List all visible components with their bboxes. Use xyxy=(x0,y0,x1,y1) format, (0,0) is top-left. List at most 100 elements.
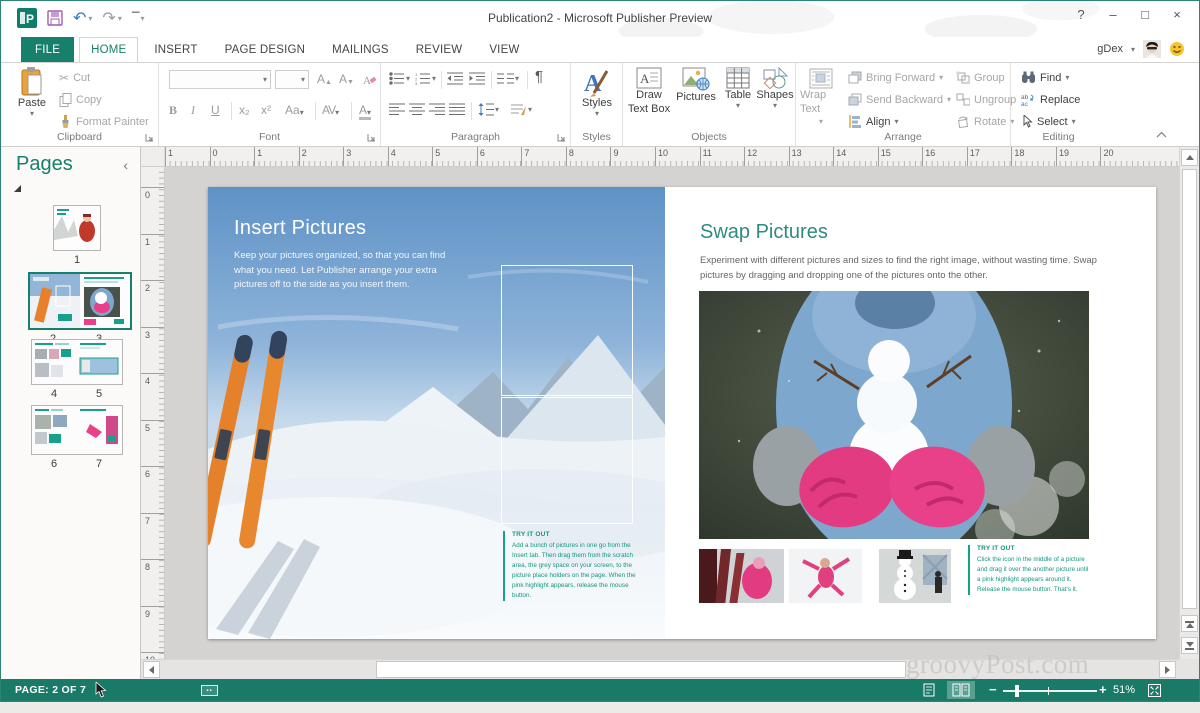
send-backward-button[interactable]: Send Backward▾ xyxy=(848,93,951,106)
document-canvas[interactable]: Insert Pictures Keep your pictures organ… xyxy=(165,167,1179,659)
copy-button[interactable]: Copy xyxy=(59,93,102,107)
align-right-button[interactable] xyxy=(429,103,445,116)
page-number-5[interactable]: 5 xyxy=(89,388,109,400)
align-center-button[interactable] xyxy=(409,103,425,116)
paragraph-dialog-launcher[interactable] xyxy=(557,133,566,142)
collapse-pages-panel-icon[interactable]: ‹ xyxy=(123,157,128,173)
italic-button[interactable]: I xyxy=(191,103,195,118)
line-spacing-button[interactable]: ▾ xyxy=(478,103,499,116)
left-page-heading[interactable]: Insert Pictures xyxy=(234,217,366,240)
picture-placeholder-top[interactable] xyxy=(501,265,633,396)
help-button[interactable]: ? xyxy=(1073,7,1089,22)
swap-pictures-photo[interactable] xyxy=(699,291,1089,539)
ungroup-button[interactable]: Ungroup xyxy=(956,93,1016,106)
zoom-in-button[interactable]: + xyxy=(1099,682,1107,697)
columns-button[interactable]: ▾ xyxy=(497,72,519,85)
subscript-button[interactable]: x₂ xyxy=(239,103,250,117)
align-button[interactable]: Align▾ xyxy=(848,115,898,128)
font-dialog-launcher[interactable] xyxy=(367,133,376,142)
format-painter-button[interactable]: Format Painter xyxy=(59,115,149,129)
page-indicator[interactable]: PAGE: 2 OF 7 xyxy=(15,684,86,696)
bring-forward-button[interactable]: Bring Forward▾ xyxy=(848,71,943,84)
page-number-6[interactable]: 6 xyxy=(44,458,64,470)
paragraph-shading-button[interactable]: ▾ xyxy=(511,103,532,116)
draw-text-box-button[interactable]: A Draw Text Box xyxy=(627,67,671,131)
account-name[interactable]: gDex xyxy=(1097,43,1123,55)
rotate-button[interactable]: Rotate▾ xyxy=(956,115,1014,128)
change-case-button[interactable]: Aa▾ xyxy=(285,103,304,117)
page-thumbnail-1[interactable] xyxy=(53,205,101,251)
maximize-button[interactable]: □ xyxy=(1137,7,1153,22)
zoom-slider-thumb[interactable] xyxy=(1015,685,1019,697)
font-name-combobox[interactable]: ▾ xyxy=(169,70,271,89)
swap-thumbnail-3[interactable] xyxy=(879,549,951,603)
page-number-7[interactable]: 7 xyxy=(89,458,109,470)
right-page-body-text[interactable]: Experiment with different pictures and s… xyxy=(700,253,1102,283)
avatar[interactable] xyxy=(1143,40,1161,58)
previous-page-button[interactable] xyxy=(1181,615,1198,632)
feedback-smiley-icon[interactable] xyxy=(1169,41,1185,57)
shrink-font-button[interactable]: A▼ xyxy=(339,72,354,86)
tab-mailings[interactable]: MAILINGS xyxy=(321,37,400,62)
styles-button[interactable]: A Styles▾ xyxy=(576,67,618,131)
scroll-right-button[interactable] xyxy=(1159,661,1176,678)
minimize-button[interactable]: – xyxy=(1105,7,1121,22)
bullets-button[interactable]: ▾ xyxy=(389,72,410,85)
picture-placeholder-bottom[interactable] xyxy=(501,397,633,524)
collapse-ribbon-button[interactable] xyxy=(1156,131,1167,138)
font-color-button[interactable]: A▾ xyxy=(359,103,371,120)
decrease-indent-button[interactable] xyxy=(447,72,463,85)
bold-button[interactable]: B xyxy=(169,103,177,118)
tab-view[interactable]: VIEW xyxy=(478,37,530,62)
account-dropdown-icon[interactable]: ▾ xyxy=(1131,45,1135,54)
horizontal-scroll-thumb[interactable] xyxy=(376,661,906,678)
close-button[interactable]: × xyxy=(1169,7,1185,22)
cut-button[interactable]: ✂Cut xyxy=(59,71,90,85)
next-page-button[interactable] xyxy=(1181,637,1198,654)
right-page-heading[interactable]: Swap Pictures xyxy=(700,221,828,244)
find-button[interactable]: Find▾ xyxy=(1021,71,1069,84)
left-tryout-textbox[interactable]: TRY IT OUT Add a bunch of pictures in on… xyxy=(503,531,645,601)
vertical-scroll-thumb[interactable] xyxy=(1182,169,1197,609)
page-thumbnail-6-7[interactable] xyxy=(31,405,123,455)
tab-file[interactable]: FILE xyxy=(21,37,74,62)
font-size-combobox[interactable]: ▾ xyxy=(275,70,309,89)
left-page-body-text[interactable]: Keep your pictures organized, so that yo… xyxy=(234,249,462,293)
vertical-scrollbar[interactable] xyxy=(1179,147,1199,659)
single-page-view-button[interactable] xyxy=(917,681,941,699)
character-spacing-button[interactable]: AV▾ xyxy=(322,103,339,117)
grow-font-button[interactable]: A▲ xyxy=(317,72,332,86)
swap-thumbnail-2[interactable] xyxy=(789,549,862,603)
pages-expand-icon[interactable] xyxy=(14,185,21,192)
tab-review[interactable]: REVIEW xyxy=(405,37,474,62)
wrap-text-button[interactable]: Wrap Text▾ xyxy=(800,67,842,131)
show-formatting-button[interactable]: ¶ xyxy=(535,68,543,85)
page-number-1[interactable]: 1 xyxy=(67,254,87,266)
two-page-spread-view-button[interactable] xyxy=(947,681,975,699)
align-left-button[interactable] xyxy=(389,103,405,116)
horizontal-ruler[interactable]: 101234567891011121314151617181920 xyxy=(165,147,1179,167)
clear-formatting-button[interactable]: A xyxy=(363,72,377,86)
paste-button[interactable]: Paste▾ xyxy=(11,67,53,131)
group-button[interactable]: Group xyxy=(956,71,1005,84)
page-thumbnail-2-3[interactable] xyxy=(28,272,132,330)
insert-table-button[interactable]: Table▾ xyxy=(721,67,755,131)
justify-button[interactable] xyxy=(449,103,465,116)
scroll-left-button[interactable] xyxy=(143,661,160,678)
swap-thumbnail-1[interactable] xyxy=(699,549,784,603)
numbering-button[interactable]: 123▾ xyxy=(415,72,436,85)
replace-button[interactable]: abac Replace xyxy=(1021,93,1080,106)
horizontal-scrollbar[interactable] xyxy=(141,659,1179,679)
tab-insert[interactable]: INSERT xyxy=(143,37,208,62)
scroll-up-button[interactable] xyxy=(1181,149,1198,166)
zoom-level[interactable]: 51% xyxy=(1113,684,1135,696)
superscript-button[interactable]: x² xyxy=(261,103,271,117)
object-position-indicator[interactable]: ▪▪ xyxy=(201,685,218,696)
vertical-ruler[interactable]: 012345678910 xyxy=(141,167,165,659)
zoom-out-button[interactable]: − xyxy=(989,682,997,697)
insert-pictures-button[interactable]: Pictures xyxy=(673,67,719,131)
fit-page-button[interactable] xyxy=(1147,683,1162,698)
select-button[interactable]: Select▾ xyxy=(1021,115,1076,128)
clipboard-dialog-launcher[interactable] xyxy=(145,133,154,142)
tab-page-design[interactable]: PAGE DESIGN xyxy=(214,37,317,62)
